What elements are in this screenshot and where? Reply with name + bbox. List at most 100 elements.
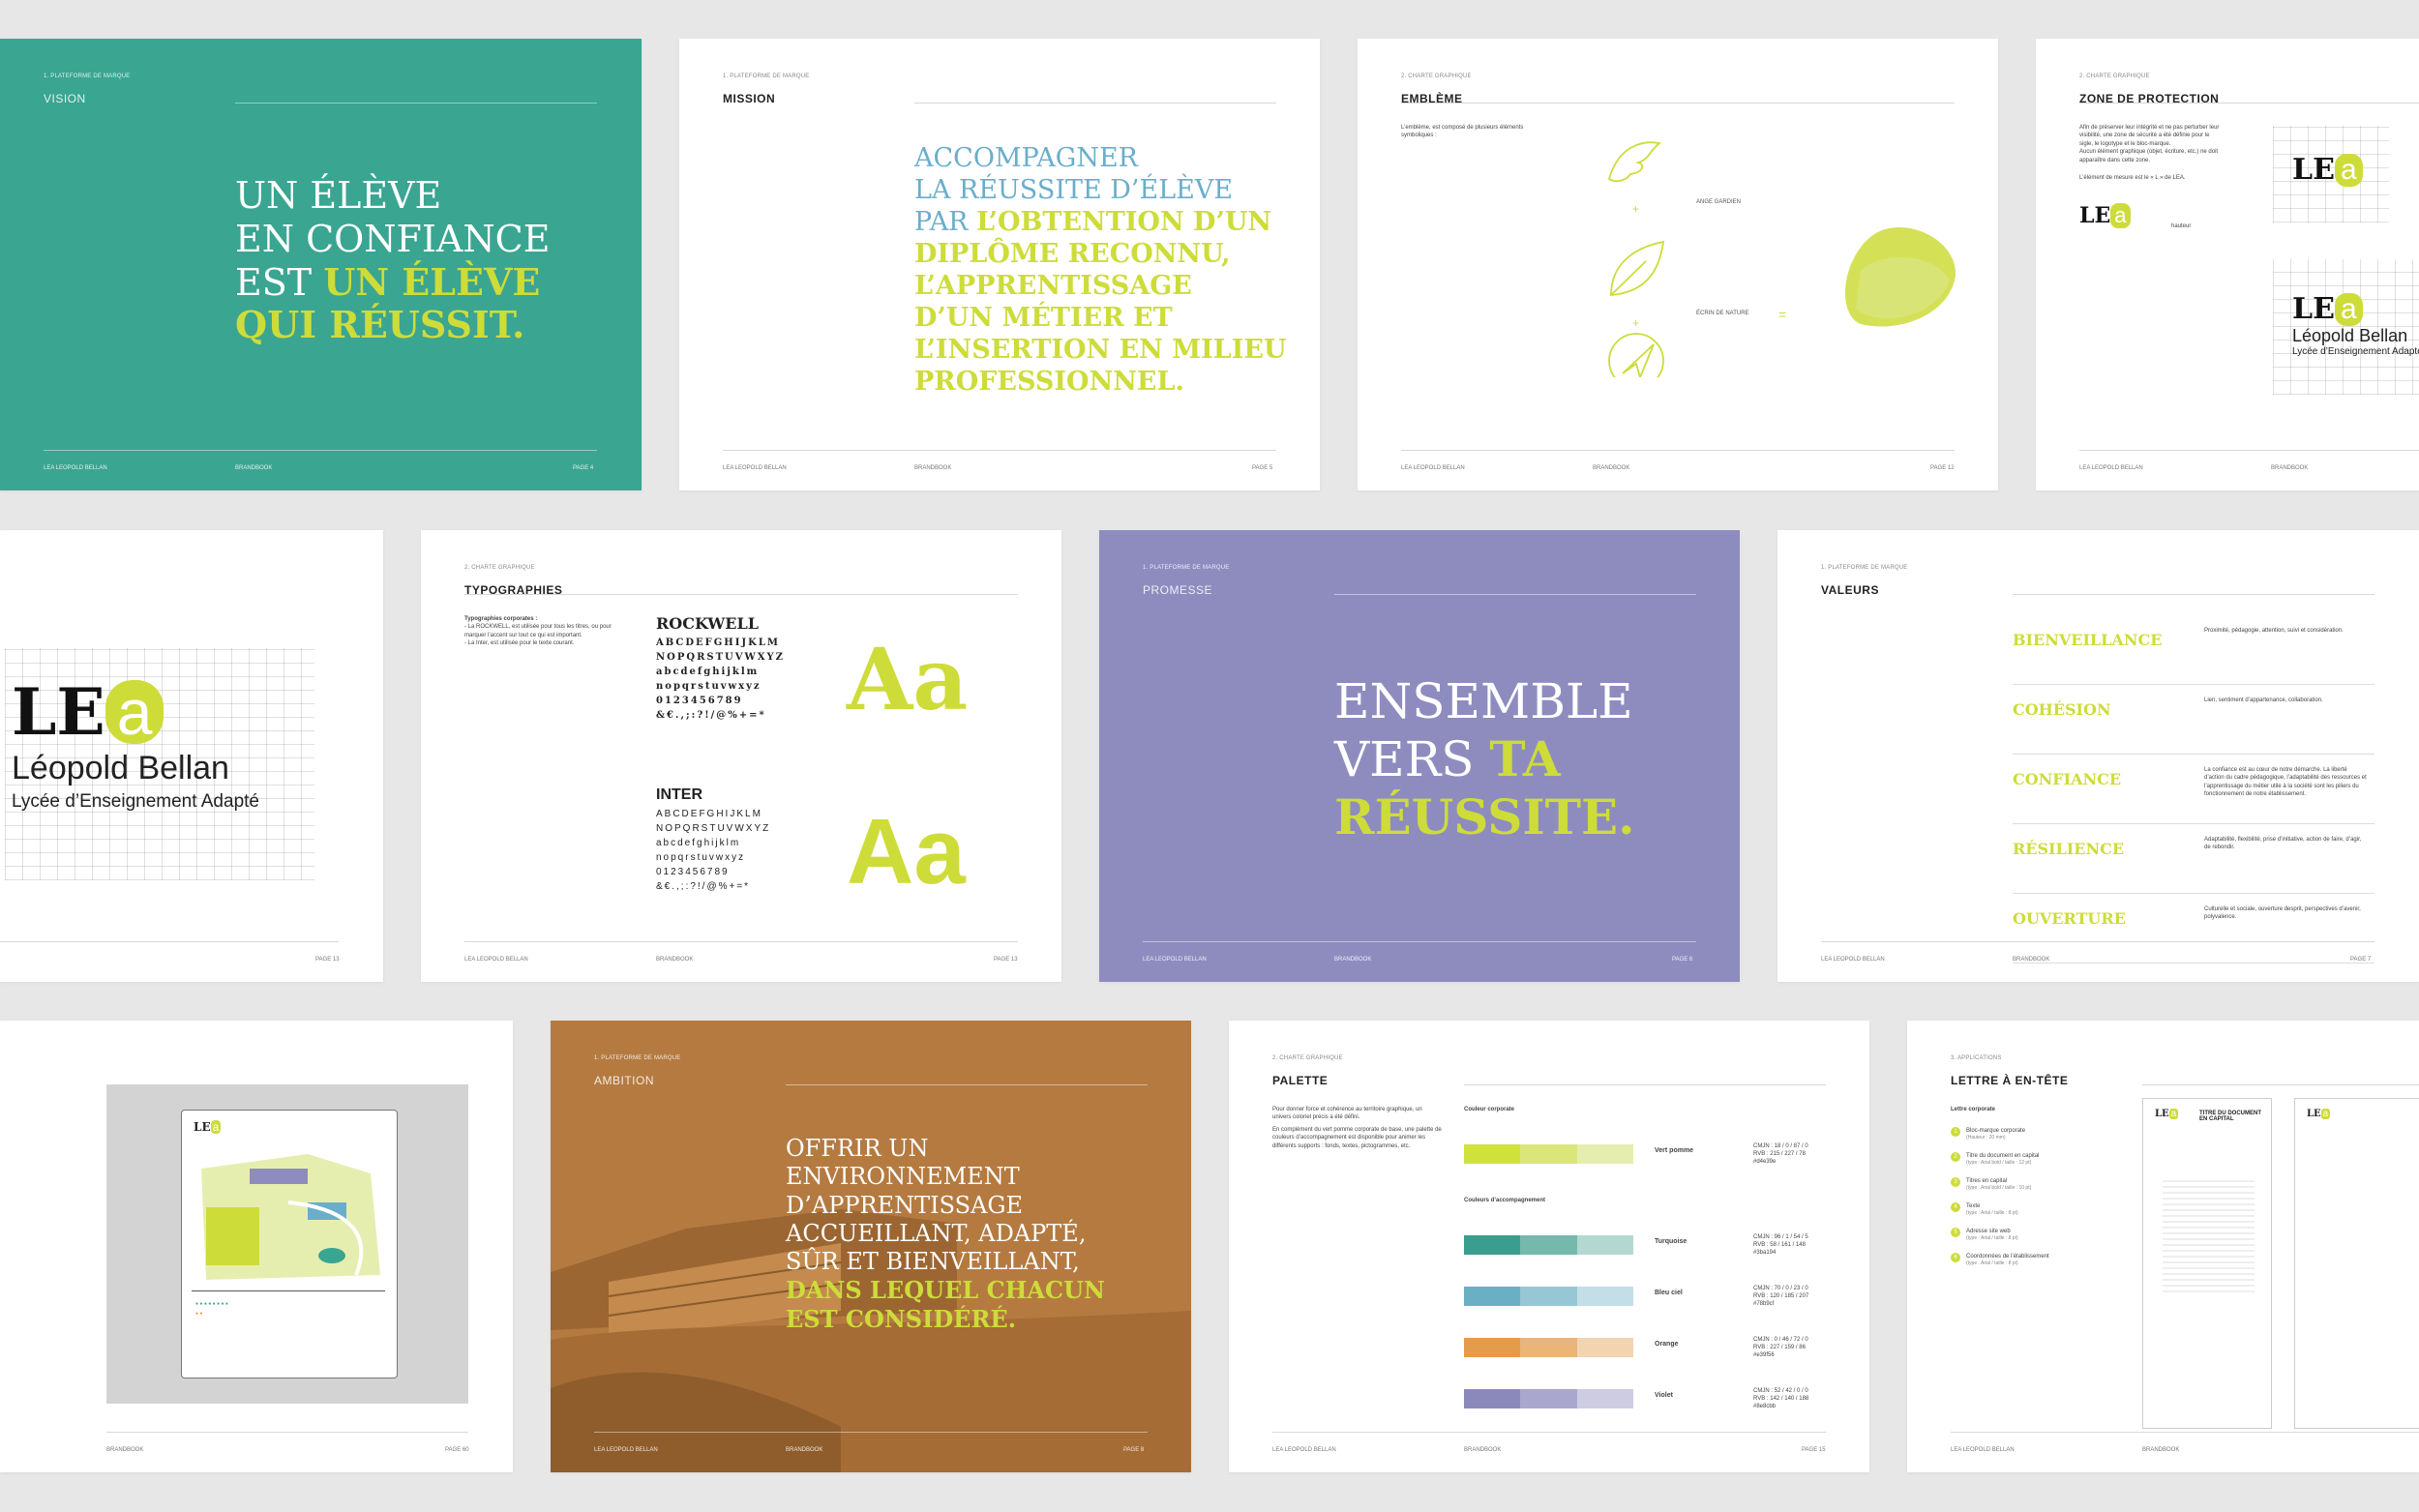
- page-number: PAGE 60: [445, 1447, 469, 1453]
- valeurs-list: BIENVEILLANCE Proximité, pédagogie, atten…: [2013, 615, 2374, 964]
- page-protection[interactable]: 2. CHARTE GRAPHIQUE ZONE DE PROTECTION A…: [2036, 39, 2419, 490]
- page-title: AMBITION: [594, 1074, 655, 1087]
- page-title: LETTRE À EN-TÊTE: [1951, 1074, 2069, 1087]
- color-spec: CMJN : 52 / 42 / 0 / 0 RVB : 142 / 140 /…: [1753, 1388, 1809, 1410]
- footer-brand: LEA LEOPOLD BELLAN: [594, 1447, 658, 1453]
- item-title: Bloc-marque corporate: [1966, 1128, 2026, 1134]
- page-number: PAGE 12: [1930, 465, 1955, 471]
- leaf-icon: [1610, 240, 1665, 296]
- footer-book: BRANDBOOK: [2142, 1447, 2180, 1453]
- item-title: Coordonnées de l’établissement: [1966, 1254, 2049, 1260]
- section-label: 2. CHARTE GRAPHIQUE: [2079, 74, 2150, 79]
- footer-brand: LEA LEOPOLD BELLAN: [464, 957, 528, 963]
- color-swatch: [1464, 1144, 1633, 1164]
- page-number: PAGE 13: [315, 957, 340, 963]
- valeur-row: OUVERTURE Culturelle et sociale, ouvertur…: [2013, 894, 2374, 964]
- page-number: PAGE 8: [1123, 1447, 1145, 1453]
- logo-protected: LE a: [2292, 153, 2363, 187]
- embleme-intro: L’emblème, est composé de plusieurs élém…: [1401, 125, 1524, 139]
- inter-specimen: INTER ABCDEFGHIJKLM NOPQRSTUVWXYZ abcdefg…: [656, 786, 771, 892]
- lettre-item: 3 Titres en capital (type : Arial bold / t…: [1951, 1177, 2125, 1202]
- item-number: 1: [1951, 1127, 1960, 1137]
- footer-brand: LEA LEOPOLD BELLAN: [2079, 465, 2143, 471]
- color-spec: CMJN : 18 / 0 / 87 / 0 RVB : 215 / 227 /…: [1753, 1143, 1808, 1166]
- item-number: 6: [1951, 1253, 1960, 1262]
- page-number: PAGE 15: [1802, 1447, 1826, 1453]
- page-logo[interactable]: LE a Léopold Bellan Lycée d’Enseignement …: [0, 530, 383, 982]
- section-label: 3. APPLICATIONS: [1951, 1055, 2002, 1061]
- color-name: Turquoise: [1655, 1238, 1687, 1245]
- valeur-desc: Proximité, pédagogie, attention, suivi e…: [2204, 628, 2344, 634]
- section-label: 1. PLATEFORME DE MARQUE: [44, 74, 131, 79]
- page-number: PAGE 7: [2350, 957, 2372, 963]
- section-label: 1. PLATEFORME DE MARQUE: [1821, 565, 1908, 571]
- promesse-headline: ENSEMBLE VERS TA RÉUSSITE.: [1334, 673, 1635, 845]
- site-map: [201, 1154, 380, 1280]
- footer-book: BRANDBOOK: [1334, 957, 1372, 963]
- palette-rows: Vert pomme CMJN : 18 / 0 / 87 / 0 RVB : 2…: [1229, 1021, 1869, 1472]
- rockwell-specimen: ROCKWELL ABCDEFGHIJKLM NOPQRSTUVWXYZ abcd…: [656, 614, 785, 721]
- footer-brand: LEA LEOPOLD BELLAN: [1951, 1447, 2015, 1453]
- color-swatch: [1464, 1287, 1633, 1306]
- page-ambition[interactable]: 1. PLATEFORME DE MARQUE AMBITION OFFRIR …: [551, 1021, 1191, 1472]
- svg-text:+: +: [1632, 202, 1639, 216]
- lettre-item: 1 Bloc-marque corporate (Hauteur : 20 mm): [1951, 1127, 2125, 1152]
- mission-headline: ACCOMPAGNER LA RÉUSSITE D’ÉLÈVE PAR L’OB…: [914, 143, 1287, 397]
- page-typographies[interactable]: 2. CHARTE GRAPHIQUE TYPOGRAPHIES Typogra…: [421, 530, 1061, 982]
- footer-brand: LEA LEOPOLD BELLAN: [1821, 957, 1885, 963]
- footer-book: BRANDBOOK: [656, 957, 694, 963]
- page-number: PAGE 13: [994, 957, 1018, 963]
- page-title: PROMESSE: [1143, 583, 1213, 597]
- section-label: 1. PLATEFORME DE MARQUE: [723, 74, 810, 79]
- footer-book: BRANDBOOK: [1464, 1447, 1502, 1453]
- color-spec: CMJN : 96 / 1 / 54 / 5 RVB : 58 / 161 / …: [1753, 1234, 1808, 1257]
- item-spec: (type : Arial bold / taille : 10 pt): [1966, 1185, 2032, 1192]
- page-promesse[interactable]: 1. PLATEFORME DE MARQUE PROMESSE ENSEMBL…: [1099, 530, 1740, 982]
- svg-text:ÉCRIN DE NATURE: ÉCRIN DE NATURE: [1696, 310, 1749, 316]
- footer-brand: LEA LEOPOLD BELLAN: [44, 465, 107, 471]
- footer-brand: LEA LEOPOLD BELLAN: [723, 465, 787, 471]
- valeur-name: COHÉSION: [2013, 700, 2111, 719]
- footer-book: BRANDBOOK: [235, 465, 273, 471]
- color-swatch: [1464, 1235, 1633, 1255]
- lettre-item: 5 Adresse site web (type : Arial / taille …: [1951, 1228, 2125, 1253]
- valeur-row: CONFIANCE La confiance est au cœur de not…: [2013, 755, 2374, 824]
- item-title: Texte: [1966, 1203, 1981, 1209]
- page-embleme[interactable]: 2. CHARTE GRAPHIQUE EMBLÈME L’emblème, e…: [1358, 39, 1998, 490]
- bloc-marque: LE a Léopold Bellan Lycée d’Enseignement …: [2292, 292, 2419, 357]
- item-title: Titres en capital: [1966, 1178, 2008, 1184]
- letter-mockup-2: LE a: [2294, 1098, 2419, 1429]
- footer-book: BRANDBOOK: [1593, 465, 1630, 471]
- item-spec: (type : Arial / taille : 8 pt): [1966, 1210, 2018, 1217]
- svg-text:+: +: [1632, 316, 1639, 330]
- color-name: Vert pomme: [1655, 1147, 1694, 1154]
- item-title: Titre du document en capital: [1966, 1153, 2040, 1159]
- footer-book: BRANDBOOK: [2013, 957, 2050, 963]
- page-title: MISSION: [723, 92, 776, 105]
- page-valeurs[interactable]: 1. PLATEFORME DE MARQUE VALEURS BIENVEIL…: [1777, 530, 2419, 982]
- bloc-marque-large: LE a Léopold Bellan Lycée d’Enseignement …: [12, 674, 259, 812]
- page-palette[interactable]: 2. CHARTE GRAPHIQUE PALETTE Pour donner …: [1229, 1021, 1869, 1472]
- footer-brand: LEA LEOPOLD BELLAN: [1143, 957, 1207, 963]
- page-title: VALEURS: [1821, 583, 1879, 597]
- page-mission[interactable]: 1. PLATEFORME DE MARQUE MISSION ACCOMPAG…: [679, 39, 1320, 490]
- emblem-icon: [1844, 226, 1956, 327]
- svg-text:ANGE GARDIEN: ANGE GARDIEN: [1696, 199, 1741, 205]
- valeur-name: RÉSILIENCE: [2013, 840, 2125, 858]
- page-title: VISION: [44, 92, 86, 105]
- page-plan[interactable]: LE a ● ● ● ● ● ● ● ● ● ● BRANDBOOK PAGE 60: [0, 1021, 513, 1472]
- plan-map: LE a ● ● ● ● ● ● ● ● ● ●: [181, 1110, 398, 1379]
- page-vision[interactable]: 1. PLATEFORME DE MARQUE VISION UN ÉLÈVE …: [0, 39, 642, 490]
- footer-book: BRANDBOOK: [914, 465, 952, 471]
- valeur-desc: Culturelle et sociale, ouverture desprit…: [2204, 906, 2361, 921]
- color-swatch: [1464, 1389, 1633, 1408]
- ambition-headline: OFFRIR UN ENVIRONNEMENT D’APPRENTISSAGE AC…: [786, 1135, 1105, 1333]
- footer-book: BRANDBOOK: [106, 1447, 144, 1453]
- item-spec: (type : Arial bold / taille : 12 pt): [1966, 1160, 2032, 1167]
- valeur-name: OUVERTURE: [2013, 909, 2126, 928]
- lettre-item: 6 Coordonnées de l’établissement (type : A…: [1951, 1253, 2125, 1278]
- valeur-row: BIENVEILLANCE Proximité, pédagogie, atten…: [2013, 615, 2374, 685]
- page-lettre[interactable]: 3. APPLICATIONS LETTRE À EN-TÊTE Lettre …: [1907, 1021, 2419, 1472]
- page-number: PAGE 4: [573, 465, 594, 471]
- footer-brand: LEA LEOPOLD BELLAN: [1272, 1447, 1336, 1453]
